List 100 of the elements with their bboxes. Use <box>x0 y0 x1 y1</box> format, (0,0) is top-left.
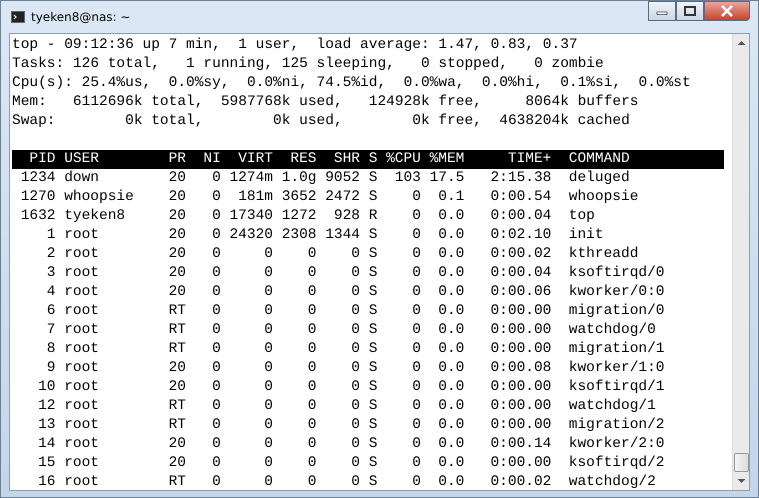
table-cell-text: 0.0 <box>437 435 464 454</box>
table-cell-text: 0:00.14 <box>489 435 552 454</box>
table-cell-text: S <box>368 454 378 473</box>
table-cell-text: root <box>63 245 100 264</box>
table-cell-text: 0 <box>306 359 316 378</box>
table-cell-text: 0 <box>211 245 221 264</box>
table-cell-text: 0 <box>411 454 421 473</box>
table-cell-text: 0:00.00 <box>489 378 552 397</box>
table-cell-text: 0 <box>306 435 316 454</box>
table-cell-text: 10 <box>37 378 56 397</box>
table-cell-text: 0 <box>350 283 360 302</box>
column-header: NI <box>202 150 221 169</box>
table-cell-text: 1344 <box>324 226 360 245</box>
column-header: RES <box>289 150 316 169</box>
table-cell-text: 0 <box>350 416 360 435</box>
table-cell-text: 0 <box>306 264 316 283</box>
table-cell-text: 0.1 <box>437 188 464 207</box>
table-cell-text: 0 <box>306 397 316 416</box>
table-cell-text: 20 <box>168 169 186 188</box>
scroll-thumb[interactable] <box>734 453 748 472</box>
table-cell-text: 0:00.04 <box>489 207 552 226</box>
table-cell-text: 3 <box>46 264 56 283</box>
table-cell-text: S <box>368 359 378 378</box>
table-cell-text: 0 <box>263 340 273 359</box>
minimize-button[interactable] <box>648 1 676 21</box>
close-button[interactable] <box>704 1 750 21</box>
table-cell-text: 0 <box>306 283 316 302</box>
table-cell-text: 0 <box>306 378 316 397</box>
table-cell-text: root <box>63 226 100 245</box>
table-cell-text: 0 <box>350 359 360 378</box>
table-cell-text: 20 <box>168 188 186 207</box>
table-cell-text: 0 <box>350 302 360 321</box>
summary-line: Swap: 0k total, 0k used, 0k free, 4638204k cached <box>12 112 631 131</box>
table-cell-text: deluged <box>568 169 631 188</box>
table-cell-text: 0 <box>306 416 316 435</box>
table-cell-text: root <box>63 416 100 435</box>
table-cell-text: root <box>63 340 100 359</box>
table-cell-text: 0 <box>411 188 421 207</box>
table-cell-text: RT <box>168 321 186 340</box>
table-cell-text: 0:00.00 <box>489 340 552 359</box>
close-icon[interactable] <box>720 5 734 17</box>
scroll-up-icon[interactable] <box>736 40 746 46</box>
table-cell-text: 0 <box>263 283 273 302</box>
table-cell-text: 0 <box>211 435 221 454</box>
table-cell-text: 1272 <box>280 207 316 226</box>
table-cell-text: ksoftirqd/0 <box>568 264 666 283</box>
table-cell-text: 0 <box>211 416 221 435</box>
table-cell-text: S <box>368 226 378 245</box>
table-cell-text: R <box>368 207 378 226</box>
table-cell-text: S <box>368 264 378 283</box>
table-cell-text: migration/0 <box>568 302 666 321</box>
table-cell-text: kworker/1:0 <box>568 359 666 378</box>
table-cell-text: 20 <box>168 435 186 454</box>
column-header: PID <box>28 150 56 169</box>
table-cell-text: 0 <box>211 302 221 321</box>
scroll-down-icon[interactable] <box>736 478 746 484</box>
table-cell-text: 0 <box>411 245 421 264</box>
table-cell-text: 0 <box>211 359 221 378</box>
table-cell-text: watchdog/2 <box>568 473 657 490</box>
terminal-icon <box>11 11 25 23</box>
table-cell-text: kworker/2:0 <box>568 435 666 454</box>
column-header: VIRT <box>237 150 273 169</box>
table-cell-text: watchdog/1 <box>568 397 657 416</box>
maximize-button[interactable] <box>676 1 704 21</box>
table-cell-text: ksoftirqd/2 <box>568 454 666 473</box>
table-cell-text: 1274m <box>228 169 273 188</box>
table-cell-text: 0 <box>306 302 316 321</box>
table-cell-text: 0.0 <box>437 378 464 397</box>
table-cell-text: 0.0 <box>437 302 464 321</box>
table-cell-text: 1234 <box>20 169 56 188</box>
table-cell-text: 20 <box>168 359 186 378</box>
column-header: SHR <box>332 150 360 169</box>
table-cell-text: 4 <box>46 283 56 302</box>
table-cell-text: 20 <box>168 245 186 264</box>
maximize-icon[interactable] <box>684 6 696 16</box>
scrollbar[interactable] <box>732 34 749 490</box>
table-cell-text: 17340 <box>228 207 273 226</box>
table-cell-text: 20 <box>168 283 186 302</box>
table-cell-text: 0:00.00 <box>489 454 552 473</box>
table-cell-text: RT <box>168 473 186 490</box>
table-cell-text: 16 <box>37 473 56 490</box>
table-cell-text: 0 <box>211 340 221 359</box>
table-cell-text: 0 <box>411 473 421 490</box>
table-cell-text: 0 <box>411 302 421 321</box>
column-header: USER <box>63 150 100 169</box>
table-cell-text: migration/2 <box>568 416 666 435</box>
table-cell-text: root <box>63 283 100 302</box>
table-cell-text: S <box>368 378 378 397</box>
table-cell-text: root <box>63 321 100 340</box>
table-cell-text: 0.0 <box>437 454 464 473</box>
table-cell-text: 0:00.08 <box>489 359 552 378</box>
table-cell-text: 0 <box>350 454 360 473</box>
table-cell-text: 0 <box>211 226 221 245</box>
table-cell-text: 0 <box>350 321 360 340</box>
table-cell-text: 3652 <box>280 188 316 207</box>
table-cell-text: 181m <box>237 188 273 207</box>
table-cell-text: 20 <box>168 378 186 397</box>
table-cell-text: 0.0 <box>437 473 464 490</box>
table-cell-text: 0:00.00 <box>489 416 552 435</box>
table-cell-text: 0 <box>263 245 273 264</box>
